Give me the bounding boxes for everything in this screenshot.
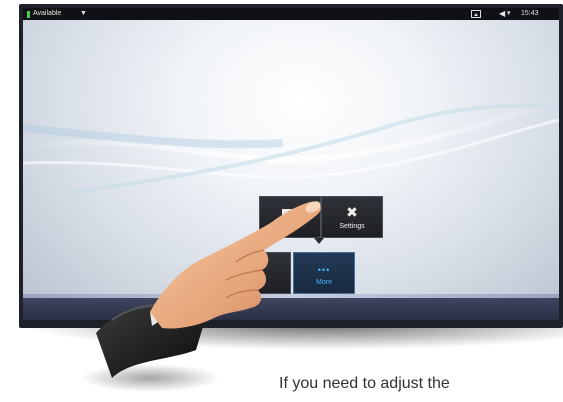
pointing-hand-illustration [80,201,321,392]
instruction-caption: If you need to adjust the [279,375,450,392]
